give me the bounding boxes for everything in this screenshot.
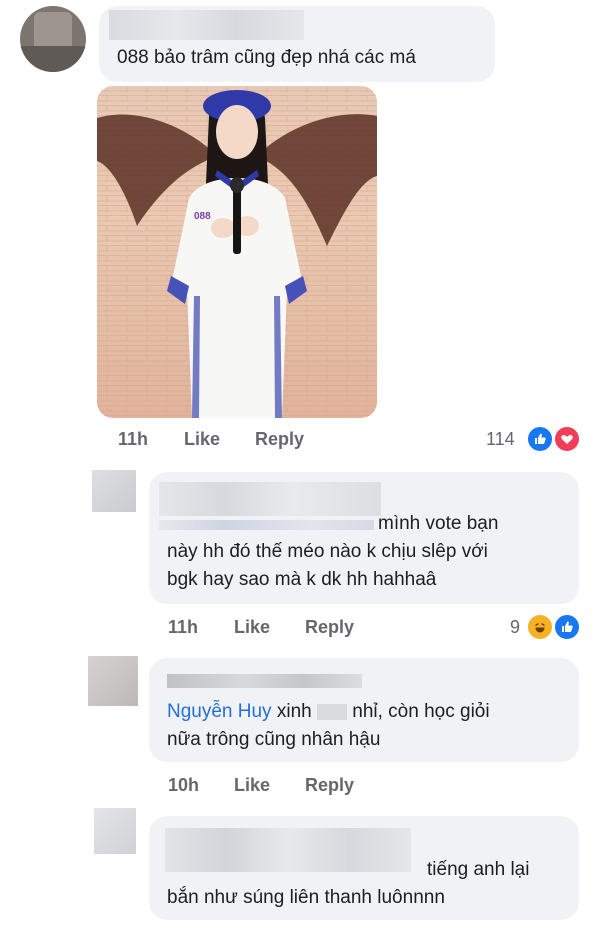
- like-icon: [553, 613, 581, 641]
- like-button[interactable]: Like: [234, 775, 270, 796]
- redacted-author-name: [165, 828, 411, 872]
- avatar[interactable]: [88, 656, 138, 706]
- comment-time[interactable]: 11h: [168, 617, 198, 638]
- redacted-author-name: [167, 674, 362, 688]
- photo-image: [97, 86, 377, 418]
- redacted-mention: [159, 520, 374, 530]
- like-button[interactable]: Like: [234, 617, 270, 638]
- mention-link[interactable]: Nguyễn Huy: [167, 701, 272, 722]
- reaction-count[interactable]: 114: [486, 429, 515, 450]
- comment-photo[interactable]: 088: [97, 86, 377, 418]
- love-icon: [553, 425, 581, 453]
- reply-button[interactable]: Reply: [305, 775, 354, 796]
- comment-text-line-1: tiếng anh lại: [427, 859, 530, 880]
- comment-text-line-1: Nguyễn Huy xinh nhỉ, còn học giỏi: [167, 701, 490, 722]
- comment-bubble: tiếng anh lại bắn như súng liên thanh lu…: [149, 816, 579, 920]
- like-icon: [526, 425, 554, 453]
- reply-button[interactable]: Reply: [305, 617, 354, 638]
- comment-text-line-3: bgk hay sao mà k dk hh hahhaâ: [167, 569, 437, 590]
- comment-time[interactable]: 10h: [168, 775, 199, 796]
- redacted-word: [316, 703, 347, 720]
- comment-bubble: mình vote bạn này hh đó thế méo nào k ch…: [149, 472, 579, 604]
- like-button[interactable]: Like: [184, 429, 220, 450]
- comment-text-line-2: bắn như súng liên thanh luônnnn: [167, 887, 445, 908]
- comment-text: 088 bảo trâm cũng đẹp nhá các má: [117, 47, 416, 68]
- reply-button[interactable]: Reply: [255, 429, 304, 450]
- comment-bubble: 088 bảo trâm cũng đẹp nhá các má: [99, 6, 495, 82]
- redacted-author-name: [159, 482, 381, 516]
- redacted-author-name: [109, 10, 304, 40]
- reaction-count[interactable]: 9: [510, 617, 520, 638]
- avatar[interactable]: [92, 470, 136, 512]
- comment-bubble: Nguyễn Huy xinh nhỉ, còn học giỏi nữa tr…: [149, 658, 579, 762]
- contestant-number-badge: 088: [194, 211, 211, 222]
- comment-text-line-2: nữa trông cũng nhân hậu: [167, 729, 381, 750]
- avatar[interactable]: [20, 6, 86, 72]
- comment-text-line-1: mình vote bạn: [378, 513, 499, 534]
- comment-text-line-2: này hh đó thế méo nào k chịu slêp với: [167, 541, 488, 562]
- haha-icon: [526, 613, 554, 641]
- avatar[interactable]: [94, 808, 136, 854]
- comment-time[interactable]: 11h: [118, 429, 148, 450]
